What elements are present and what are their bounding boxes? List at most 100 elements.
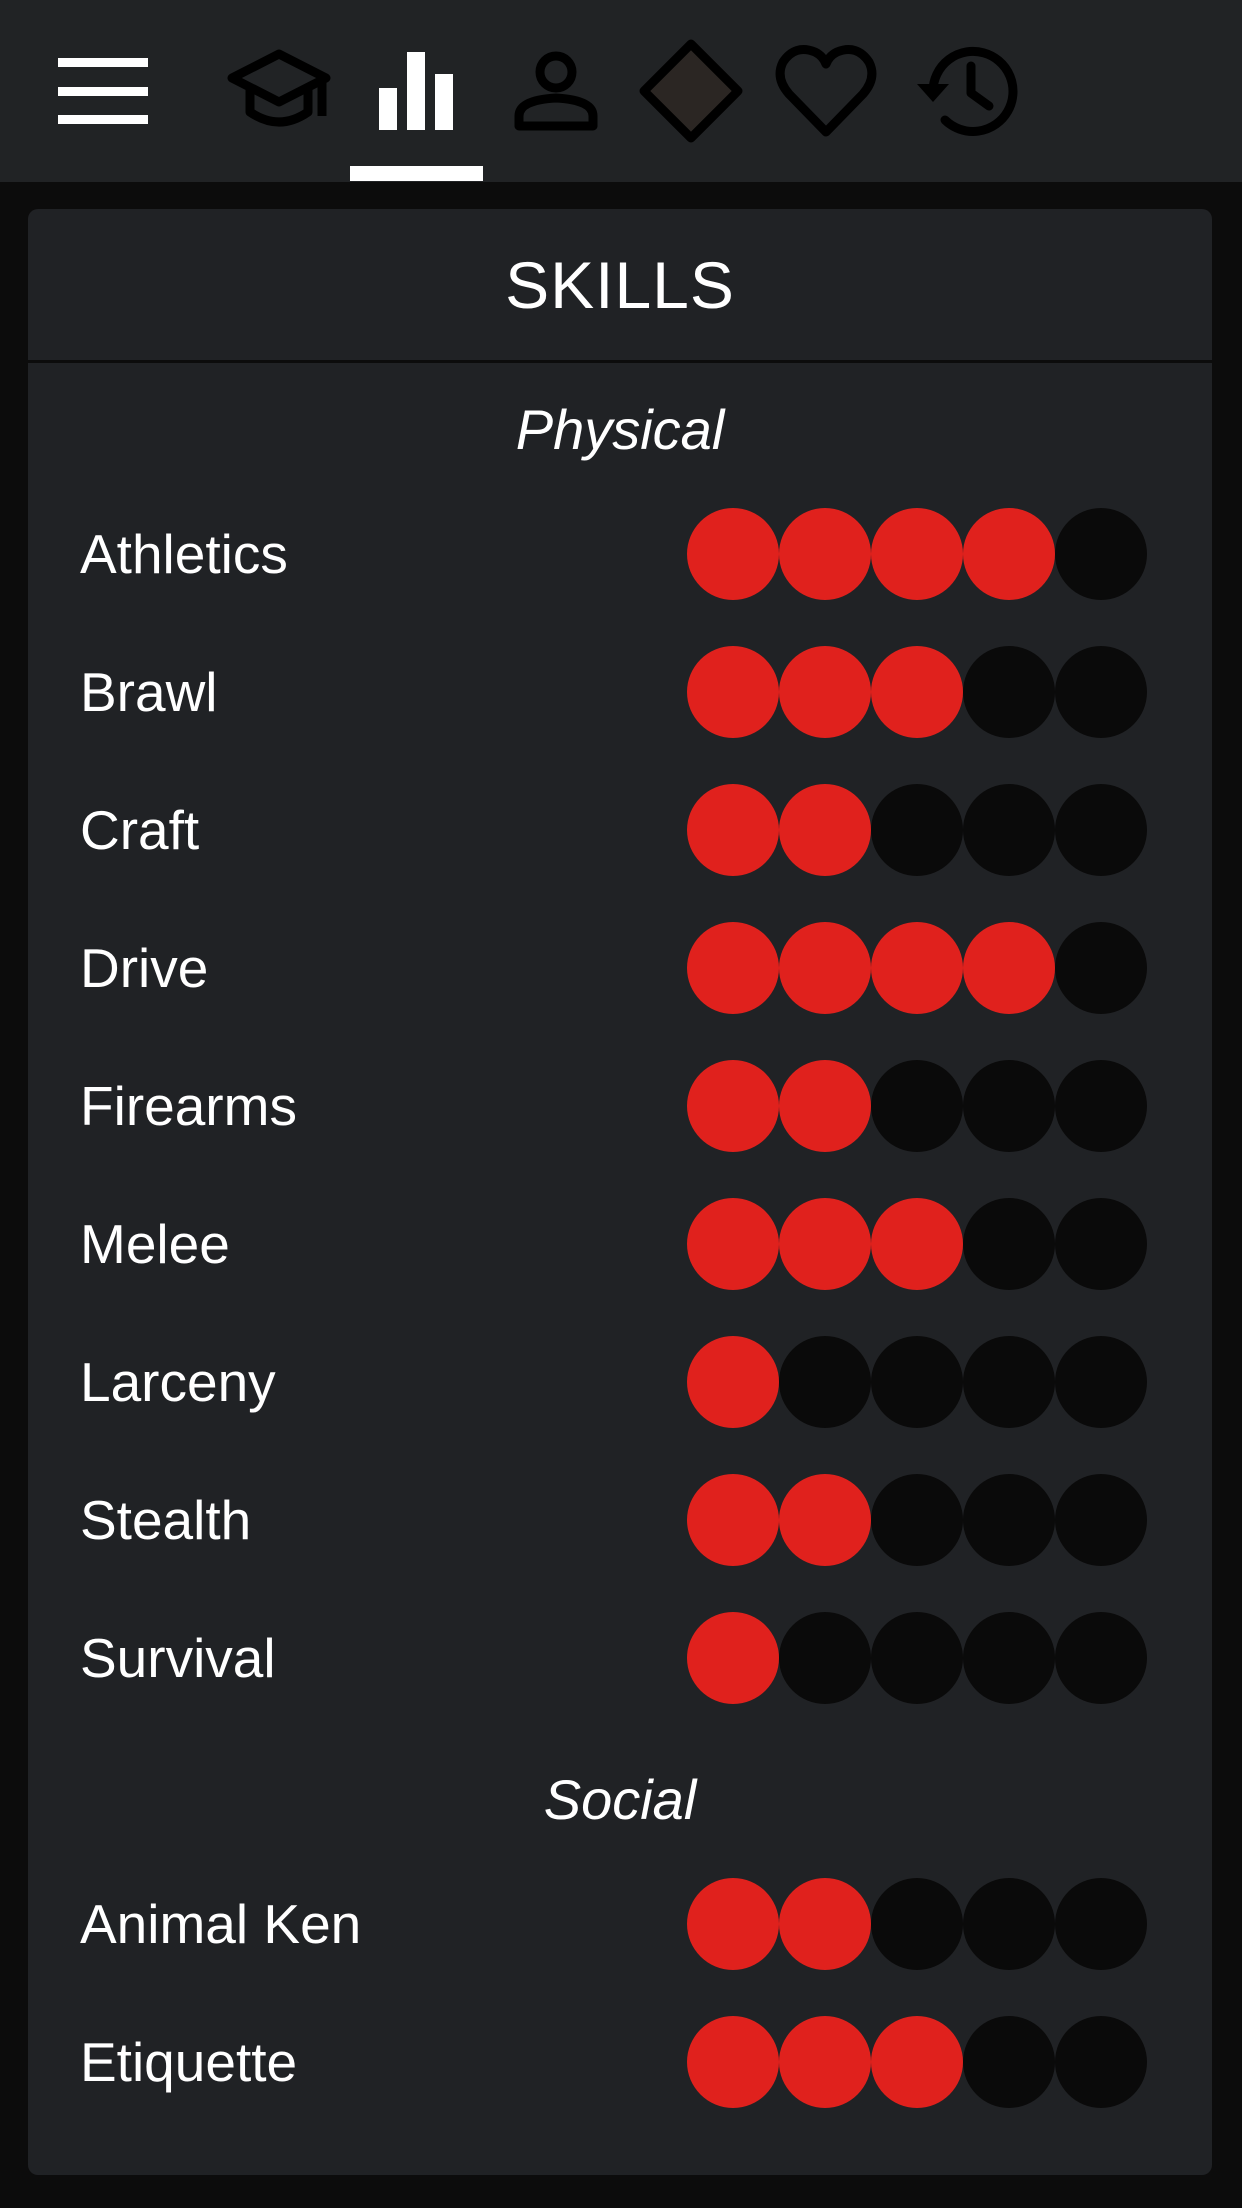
skill-row-stealth: Stealth <box>28 1472 1212 1568</box>
rating-dot-empty[interactable] <box>963 1060 1055 1152</box>
rating-dot-empty[interactable] <box>1055 508 1147 600</box>
graduation-cap-icon <box>227 49 331 127</box>
tab-profile[interactable] <box>501 36 611 146</box>
rating-dot-filled[interactable] <box>687 922 779 1014</box>
rating-dot-filled[interactable] <box>687 1336 779 1428</box>
rating-dot-filled[interactable] <box>779 508 871 600</box>
skill-name: Animal Ken <box>80 1893 362 1955</box>
rating-dot-filled[interactable] <box>779 646 871 738</box>
rating-dot-filled[interactable] <box>871 922 963 1014</box>
rating-dot-empty[interactable] <box>1055 1336 1147 1428</box>
skill-rating-dots <box>687 784 1147 876</box>
active-tab-indicator <box>350 166 483 181</box>
rating-dot-empty[interactable] <box>871 1612 963 1704</box>
skill-rating-dots <box>687 1474 1147 1566</box>
tab-graduation-cap[interactable] <box>224 36 334 146</box>
skill-row-survival: Survival <box>28 1610 1212 1706</box>
skill-name: Larceny <box>80 1351 276 1413</box>
rating-dot-empty[interactable] <box>1055 646 1147 738</box>
skill-name: Etiquette <box>80 2031 298 2093</box>
skill-row-craft: Craft <box>28 782 1212 878</box>
skill-rating-dots <box>687 1336 1147 1428</box>
skill-row-athletics: Athletics <box>28 506 1212 602</box>
rating-dot-filled[interactable] <box>871 1198 963 1290</box>
section-title-physical: Physical <box>515 398 725 461</box>
rating-dot-filled[interactable] <box>779 2016 871 2108</box>
skill-row-melee: Melee <box>28 1196 1212 1292</box>
rating-dot-filled[interactable] <box>779 922 871 1014</box>
rating-dot-filled[interactable] <box>963 508 1055 600</box>
rating-dot-empty[interactable] <box>1055 1612 1147 1704</box>
rating-dot-empty[interactable] <box>963 2016 1055 2108</box>
rating-dot-empty[interactable] <box>1055 784 1147 876</box>
skill-rating-dots <box>687 2016 1147 2108</box>
skill-row-etiquette: Etiquette <box>28 2014 1212 2110</box>
rating-dot-empty[interactable] <box>871 784 963 876</box>
skill-name: Brawl <box>80 661 218 723</box>
skill-name: Athletics <box>80 523 288 585</box>
rating-dot-filled[interactable] <box>687 1474 779 1566</box>
rating-dot-empty[interactable] <box>779 1612 871 1704</box>
rating-dot-empty[interactable] <box>963 1474 1055 1566</box>
rating-dot-empty[interactable] <box>963 646 1055 738</box>
skill-name: Melee <box>80 1213 230 1275</box>
rating-dot-filled[interactable] <box>779 1474 871 1566</box>
person-icon <box>514 51 598 131</box>
panel-title: SKILLS <box>505 247 735 322</box>
rating-dot-empty[interactable] <box>963 1198 1055 1290</box>
rating-dot-filled[interactable] <box>687 1878 779 1970</box>
section-title-social: Social <box>543 1768 697 1831</box>
rating-dot-empty[interactable] <box>871 1474 963 1566</box>
rating-dot-empty[interactable] <box>963 784 1055 876</box>
rating-dot-empty[interactable] <box>1055 922 1147 1014</box>
panel-header: SKILLS <box>28 209 1212 363</box>
rating-dot-filled[interactable] <box>871 508 963 600</box>
skill-rating-dots <box>687 922 1147 1014</box>
tab-heart[interactable] <box>771 36 881 146</box>
skill-rating-dots <box>687 1198 1147 1290</box>
rating-dot-filled[interactable] <box>687 1060 779 1152</box>
rating-dot-filled[interactable] <box>779 1198 871 1290</box>
rating-dot-filled[interactable] <box>871 646 963 738</box>
rating-dot-filled[interactable] <box>779 1878 871 1970</box>
tab-stats[interactable] <box>361 36 471 146</box>
skill-row-larceny: Larceny <box>28 1334 1212 1430</box>
skill-rating-dots <box>687 1060 1147 1152</box>
skill-name: Firearms <box>80 1075 297 1137</box>
rating-dot-filled[interactable] <box>963 922 1055 1014</box>
skill-rating-dots <box>687 508 1147 600</box>
rating-dot-empty[interactable] <box>1055 1474 1147 1566</box>
rating-dot-empty[interactable] <box>963 1612 1055 1704</box>
rating-dot-empty[interactable] <box>963 1878 1055 1970</box>
heart-icon <box>775 45 877 137</box>
rating-dot-empty[interactable] <box>871 1878 963 1970</box>
rating-dot-empty[interactable] <box>1055 2016 1147 2108</box>
rating-dot-filled[interactable] <box>687 508 779 600</box>
rating-dot-filled[interactable] <box>687 646 779 738</box>
skill-row-firearms: Firearms <box>28 1058 1212 1154</box>
rating-dot-empty[interactable] <box>1055 1060 1147 1152</box>
rating-dot-empty[interactable] <box>871 1336 963 1428</box>
rating-dot-filled[interactable] <box>687 1198 779 1290</box>
skill-rating-dots <box>687 1612 1147 1704</box>
rating-dot-empty[interactable] <box>963 1336 1055 1428</box>
rating-dot-filled[interactable] <box>687 784 779 876</box>
rating-dot-empty[interactable] <box>1055 1198 1147 1290</box>
skill-row-drive: Drive <box>28 920 1212 1016</box>
skill-row-brawl: Brawl <box>28 644 1212 740</box>
skill-name: Stealth <box>80 1489 252 1551</box>
rating-dot-empty[interactable] <box>1055 1878 1147 1970</box>
rating-dot-empty[interactable] <box>871 1060 963 1152</box>
tab-history[interactable] <box>911 36 1021 146</box>
rating-dot-filled[interactable] <box>779 784 871 876</box>
skill-row-animal-ken: Animal Ken <box>28 1876 1212 1972</box>
hamburger-menu-icon[interactable] <box>58 58 148 124</box>
rating-dot-filled[interactable] <box>687 2016 779 2108</box>
rating-dot-filled[interactable] <box>687 1612 779 1704</box>
tab-diamond[interactable] <box>636 36 746 146</box>
diamond-icon <box>639 39 743 143</box>
skill-rating-dots <box>687 646 1147 738</box>
rating-dot-filled[interactable] <box>871 2016 963 2108</box>
rating-dot-empty[interactable] <box>779 1336 871 1428</box>
rating-dot-filled[interactable] <box>779 1060 871 1152</box>
